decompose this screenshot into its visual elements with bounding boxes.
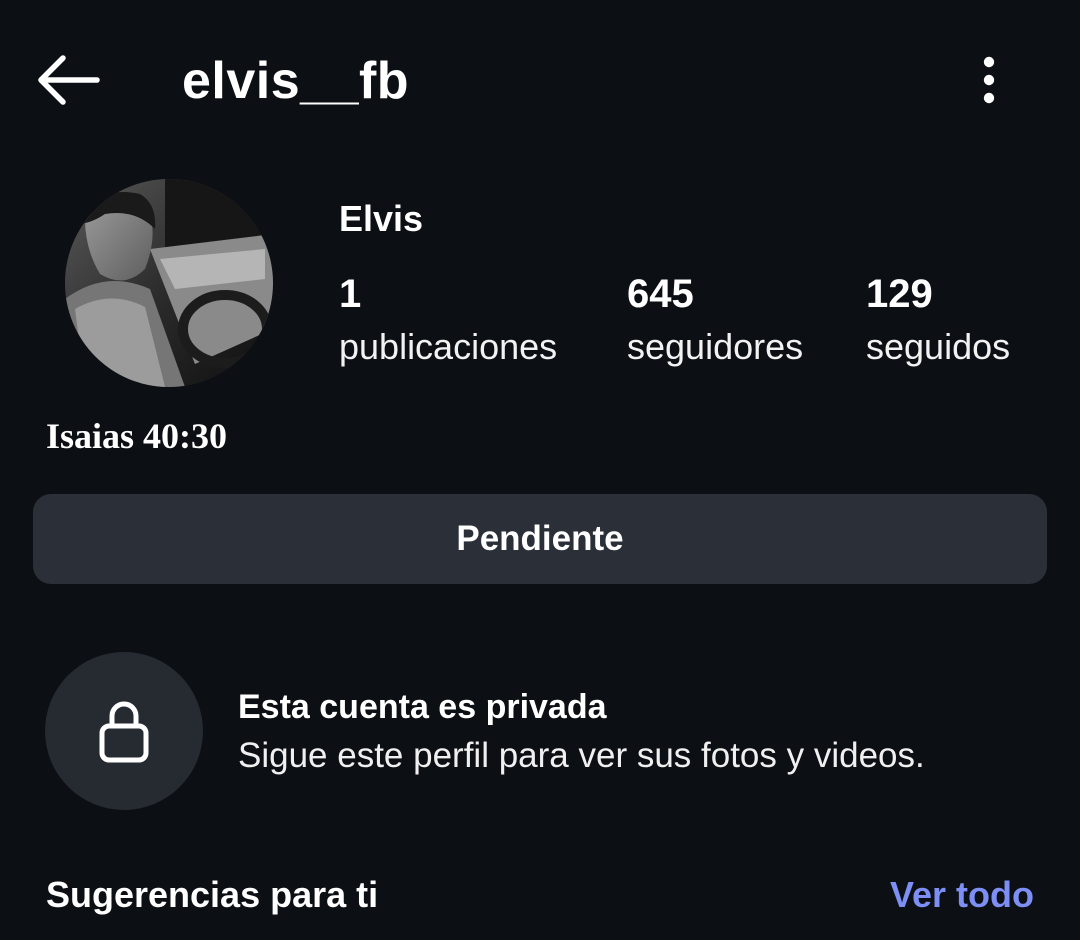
profile-username: elvis__fb	[182, 52, 410, 110]
arrow-left-icon	[38, 55, 100, 105]
followers-label: seguidores	[627, 326, 804, 367]
posts-count: 1	[339, 272, 362, 316]
back-button[interactable]	[30, 50, 106, 110]
profile-display-name: Elvis	[339, 198, 424, 239]
avatar-photo	[65, 179, 273, 387]
private-account-title: Esta cuenta es privada	[238, 688, 607, 726]
posts-label: publicaciones	[339, 326, 558, 367]
suggestions-heading: Sugerencias para ti	[46, 874, 379, 915]
private-account-subtitle: Sigue este perfil para ver sus fotos y v…	[238, 736, 925, 775]
profile-avatar[interactable]	[65, 179, 273, 387]
private-account-lock-badge	[45, 652, 203, 810]
more-options-button[interactable]	[966, 50, 1012, 110]
top-bar: elvis__fb	[0, 0, 1080, 165]
lock-icon	[99, 701, 149, 763]
stat-posts[interactable]: 1 publicaciones	[339, 268, 557, 374]
more-vertical-icon	[983, 56, 995, 104]
stat-following[interactable]: 129 seguidos	[866, 268, 1010, 374]
following-count: 129	[866, 272, 933, 316]
following-label: seguidos	[866, 326, 1011, 367]
pending-request-button[interactable]: Pendiente	[33, 494, 1047, 584]
see-all-suggestions-link[interactable]: Ver todo	[890, 870, 1034, 920]
stat-followers[interactable]: 645 seguidores	[627, 268, 803, 374]
profile-bio: Isaias 40:30	[46, 416, 228, 456]
followers-count: 645	[627, 272, 694, 316]
